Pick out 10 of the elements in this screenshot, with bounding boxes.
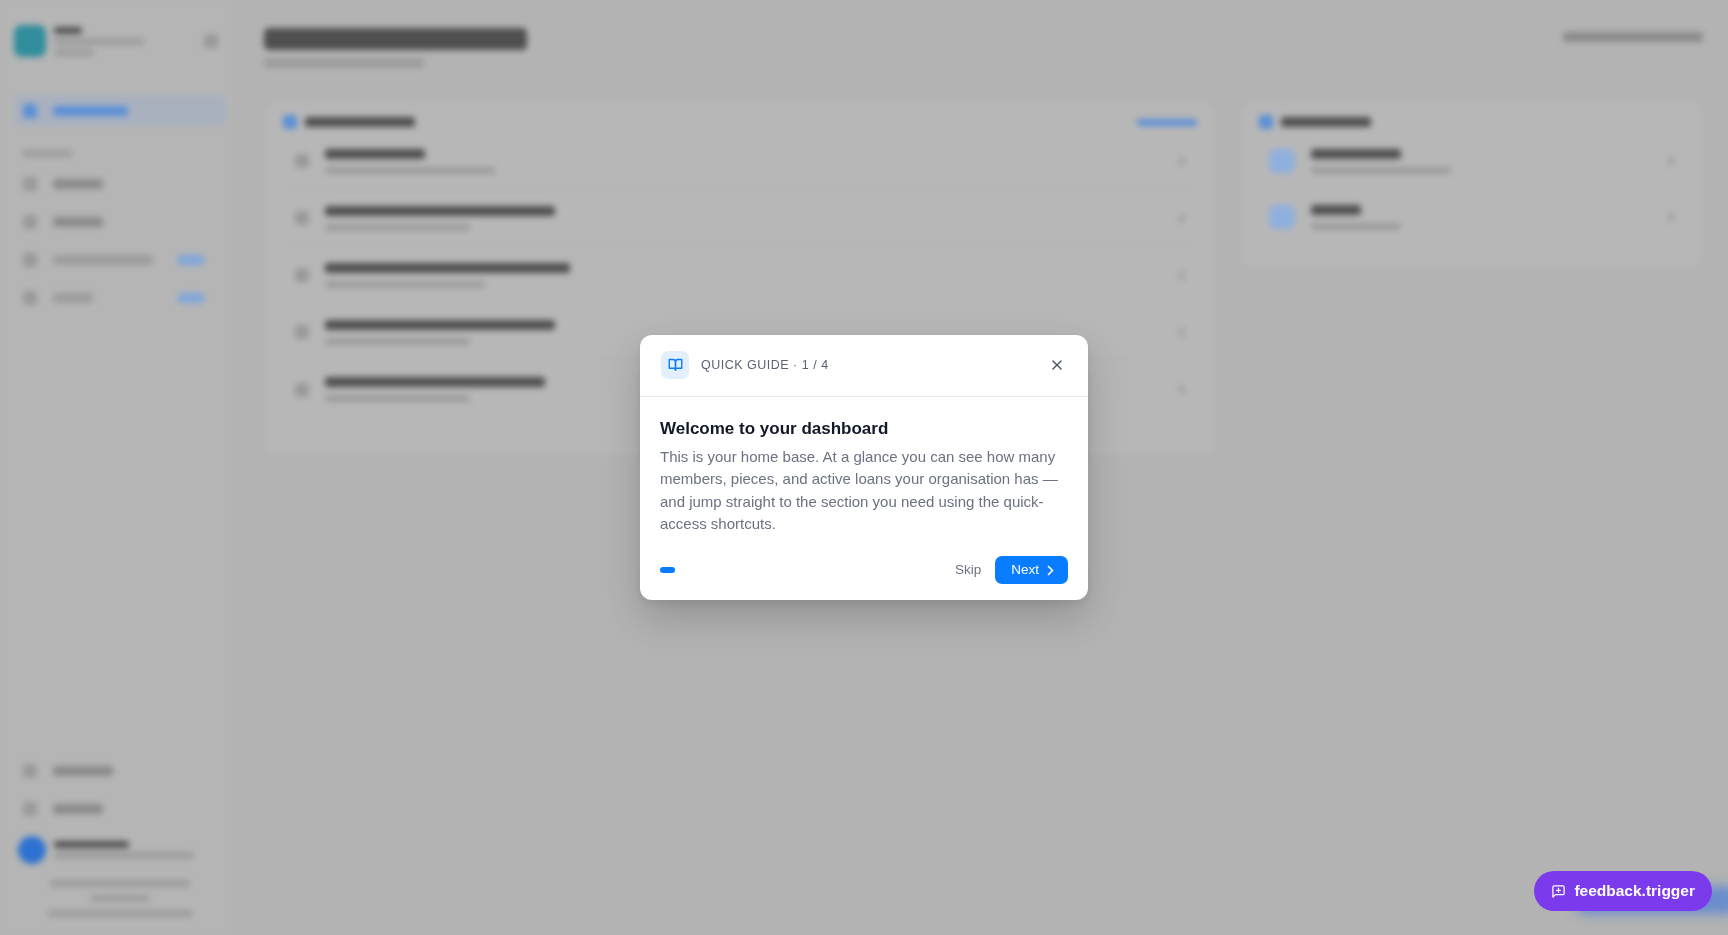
dialog-text: This is your home base. At a glance you can see how many members, pieces, and active loans your organisation has — and jump straight to the section you need using the quick-access shortcuts. (660, 446, 1059, 535)
feedback-button[interactable]: feedback.trigger (1534, 871, 1712, 911)
book-icon (661, 350, 689, 379)
skip-button[interactable]: Skip (948, 555, 988, 585)
chevron-right-icon (1047, 564, 1054, 576)
close-icon (1050, 357, 1064, 372)
next-button[interactable]: Next (995, 556, 1068, 584)
dialog-title: QUICK GUIDE · 1 / 4 (701, 356, 829, 374)
message-plus-icon (1551, 883, 1567, 899)
dialog-heading: Welcome to your dashboard (660, 417, 890, 440)
